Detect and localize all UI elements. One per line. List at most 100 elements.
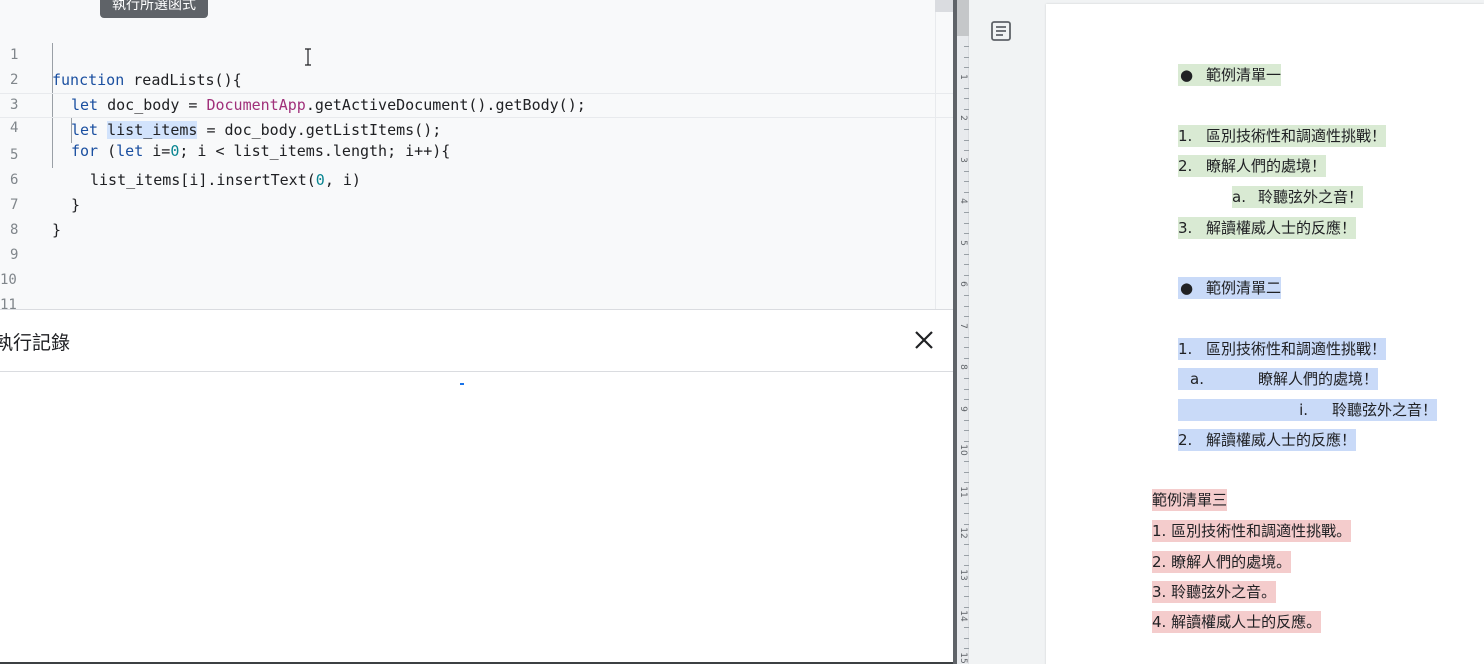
ruler-number: 11 [958,485,968,498]
ruler-tick [964,461,969,463]
ruler-tick [964,67,969,69]
execution-log-panel: 執行記錄 [0,309,953,664]
ruler-tick [964,191,969,193]
ruler-number: 10 [958,444,968,456]
ruler-number: 12 [958,527,968,539]
ruler-number: 9 [958,405,968,412]
code-line-7[interactable]: 7 } [0,168,953,239]
divider [0,371,953,372]
ruler-tick [964,56,969,58]
code-line-5[interactable]: 5 list_items[i].insertText(0, i) [0,118,953,189]
ruler-number: 13 [958,568,968,581]
ruler-tick [964,357,969,359]
ruler-tick [964,430,969,432]
ruler-tick [964,87,969,89]
document-outline-icon[interactable] [989,19,1013,43]
ruler-tick [964,98,969,100]
ruler-number: 14 [958,610,968,622]
ruler-tick [964,482,969,484]
ruler-tick [964,139,969,141]
code-line-10[interactable]: 10 [0,243,953,288]
ruler-tick [964,295,969,297]
code-line-8[interactable]: 8 [0,193,953,238]
ruler-tick [964,627,969,629]
ruler-tick [964,274,969,276]
ruler-number: 4 [958,198,968,204]
document-view: 1 2 3 4 5 6 7 8 9 10 11 12 13 14 15 ● 範例清單一 1. 區別技術性和調適性… [957,0,1484,664]
ruler-tick [964,565,969,567]
ruler-tick [964,596,969,598]
paragraph[interactable]: 1. 區別技術性和調適性挑戰。 [1152,520,1352,542]
ruler-tick [964,585,969,587]
ruler-tick [964,233,969,235]
code-line-2[interactable]: 2 let doc_body = DocumentApp.getActiveDo… [0,43,953,114]
ruler-number: 7 [958,322,968,329]
code-line-6[interactable]: 6 } [0,143,953,214]
ruler-tick [964,212,969,214]
ruler-tick [964,253,969,255]
ruler-number: 6 [958,281,968,287]
ruler-tick [964,305,969,307]
ruler-tick [964,129,969,131]
list-item[interactable]: 1. 區別技術性和調適性挑戰！ [1178,125,1387,147]
ruler-tick [964,46,969,48]
code-line-9[interactable]: 9 [0,218,953,263]
ruler-tick [964,150,969,152]
list-item[interactable]: i. 聆聽弦外之音！ [1178,399,1438,421]
ruler-tick [964,637,969,639]
paragraph[interactable]: 4. 解讀權威人士的反應。 [1152,611,1322,633]
list-item[interactable]: 1. 區別技術性和調適性挑戰！ [1178,338,1387,360]
ruler-tick [964,316,969,318]
vertical-ruler: 1 2 3 4 5 6 7 8 9 10 11 12 13 14 15 [957,0,969,664]
code-line-4[interactable]: 4 for (let i=0; i < list_items.length; i… [0,93,953,160]
ruler-tick [964,513,969,515]
ruler-tick [964,523,969,525]
paragraph[interactable]: 範例清單三 [1152,489,1228,511]
document-page[interactable]: ● 範例清單一 1. 區別技術性和調適性挑戰！ 2. 瞭解人們的處境！ a. 聆聽弦外之… [1046,4,1484,664]
execution-log-title: 執行記錄 [0,332,71,354]
list-item[interactable]: 3. 解讀權威人士的反應！ [1178,217,1357,239]
paragraph[interactable]: 3. 聆聽弦外之音。 [1152,581,1277,603]
ruler-number: 3 [958,156,968,163]
list-item[interactable]: 2. 解讀權威人士的反應！ [1178,429,1357,451]
list-item[interactable]: a. 瞭解人們的處境！ [1178,368,1379,390]
code-line-3[interactable]: 3 let list_items = doc_body.getListItems… [0,68,953,139]
ruler-tick [964,440,969,442]
list-item[interactable]: ● 範例清單二 [1178,277,1282,299]
text-cursor-icon [304,48,312,66]
ruler-margin-band [957,0,969,36]
ruler-number: 8 [958,364,968,370]
editor-scrollbar-track[interactable] [935,0,936,309]
ruler-tick [964,544,969,546]
ruler-tick [964,502,969,504]
ruler-number: 5 [958,239,968,246]
ruler-tick [964,378,969,380]
paragraph[interactable]: 2. 瞭解人們的處境。 [1152,551,1292,573]
ruler-tick [964,648,969,650]
ruler-tick [964,471,969,473]
loading-indicator [460,383,464,385]
close-icon[interactable] [910,326,938,354]
code-line-12[interactable]: 12 [0,293,953,309]
list-item[interactable]: 2. 瞭解人們的處境！ [1178,155,1327,177]
ruler-tick [964,347,969,349]
ruler-number: 15 [958,651,968,664]
code-editor[interactable]: 執行所選函式 1 function readLists(){ 2 let doc… [0,0,953,309]
ruler-tick [964,170,969,172]
editor-scrollbar-thumb[interactable] [935,0,953,12]
ruler-tick [964,108,969,110]
ruler-tick [964,181,969,183]
code-line-11[interactable]: 11 [0,268,953,309]
ruler-tick [964,419,969,421]
ruler-tick [964,264,969,266]
code-line-1[interactable]: 1 function readLists(){ [0,18,953,89]
list-item[interactable]: a. 聆聽弦外之音！ [1232,186,1364,208]
ruler-number: 2 [958,115,968,121]
ruler-tick [964,388,969,390]
ruler-tick [964,222,969,224]
ruler-tick [964,554,969,556]
ruler-tick [964,606,969,608]
run-selected-function-tooltip: 執行所選函式 [100,0,208,18]
list-item[interactable]: ● 範例清單一 [1178,64,1282,86]
ruler-number: 1 [958,73,968,80]
